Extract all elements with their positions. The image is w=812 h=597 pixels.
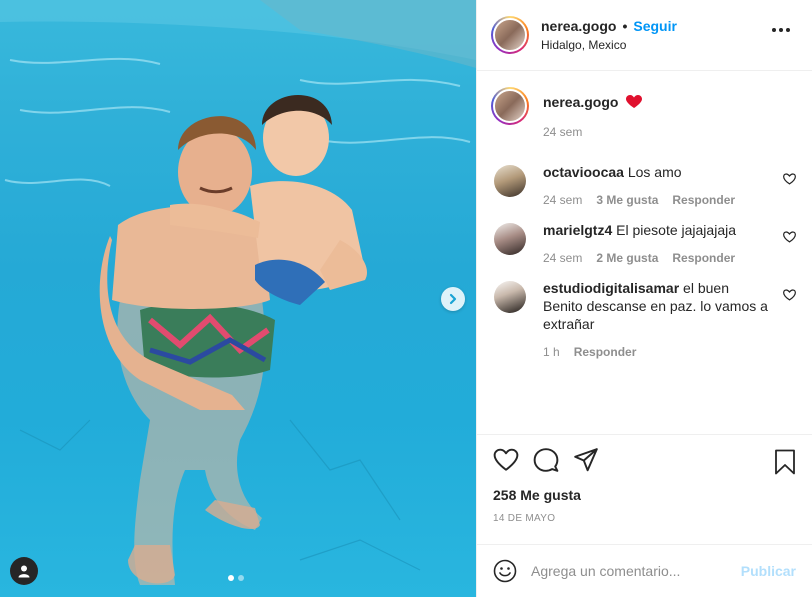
comment-text: El piesote jajajajaja (616, 222, 736, 238)
next-photo-button[interactable] (441, 287, 465, 311)
like-icon[interactable] (493, 447, 519, 473)
post-caption: nerea.gogo 24 sem (491, 87, 796, 139)
comment-item: marielgtz4 El piesote jajajajaja 24 sem … (491, 221, 796, 265)
caption-avatar[interactable] (491, 87, 529, 125)
comment-time: 24 sem (543, 251, 583, 265)
more-options-icon[interactable] (772, 28, 790, 32)
post-dialog: nerea.gogo • Seguir Hidalgo, Mexico nere… (0, 0, 812, 597)
user-icon (18, 565, 30, 578)
like-comment-icon[interactable] (783, 231, 796, 243)
like-comment-icon[interactable] (783, 173, 796, 185)
post-actions: 258 Me gusta 14 DE MAYO (477, 434, 812, 544)
caption-username[interactable]: nerea.gogo (543, 94, 618, 110)
comment-username[interactable]: estudiodigitalisamar (543, 280, 679, 296)
comment-item: octavioocaa Los amo 24 sem 3 Me gusta Re… (491, 163, 796, 207)
comment-avatar[interactable] (494, 165, 526, 197)
comment-likes[interactable]: 2 Me gusta (596, 251, 658, 265)
comment-username[interactable]: octavioocaa (543, 164, 624, 180)
tagged-users-button[interactable] (10, 557, 38, 585)
reply-button[interactable]: Responder (672, 193, 735, 207)
author-username[interactable]: nerea.gogo (541, 18, 616, 34)
reply-button[interactable]: Responder (574, 345, 637, 359)
comment-avatar[interactable] (494, 281, 526, 313)
pool-photo (0, 0, 476, 585)
carousel-dot (228, 575, 234, 581)
comment-likes[interactable]: 3 Me gusta (596, 193, 658, 207)
reply-button[interactable]: Responder (672, 251, 735, 265)
emoji-icon[interactable] (493, 559, 517, 583)
author-avatar[interactable] (491, 16, 529, 54)
like-comment-icon[interactable] (783, 289, 796, 301)
bookmark-icon[interactable] (774, 449, 796, 475)
publish-button[interactable]: Publicar (741, 563, 796, 579)
comments-list: nerea.gogo 24 sem octavioocaa Los amo 24… (477, 71, 812, 434)
follow-button[interactable]: Seguir (633, 18, 677, 34)
comment-avatar[interactable] (494, 223, 526, 255)
separator-dot: • (622, 18, 628, 34)
post-date: 14 DE MAYO (493, 513, 556, 524)
chevron-right-icon (449, 293, 457, 305)
post-details-panel: nerea.gogo • Seguir Hidalgo, Mexico nere… (476, 0, 812, 597)
comment-time: 24 sem (543, 193, 583, 207)
comment-item: estudiodigitalisamar el buen Benito desc… (491, 279, 796, 359)
post-location[interactable]: Hidalgo, Mexico (541, 38, 677, 52)
comment-text: Los amo (627, 164, 682, 180)
heart-emoji (626, 94, 643, 110)
comment-time: 1 h (543, 345, 560, 359)
comment-username[interactable]: marielgtz4 (543, 222, 612, 238)
post-header: nerea.gogo • Seguir Hidalgo, Mexico (477, 0, 812, 71)
add-comment-bar: Publicar (477, 544, 812, 597)
carousel-dot (238, 575, 244, 581)
caption-time: 24 sem (543, 125, 583, 139)
carousel-indicator (228, 575, 244, 581)
likes-count[interactable]: 258 Me gusta (493, 487, 796, 503)
comment-icon[interactable] (533, 447, 559, 473)
share-icon[interactable] (573, 447, 599, 473)
post-media (0, 0, 476, 597)
comment-input[interactable] (531, 563, 741, 579)
